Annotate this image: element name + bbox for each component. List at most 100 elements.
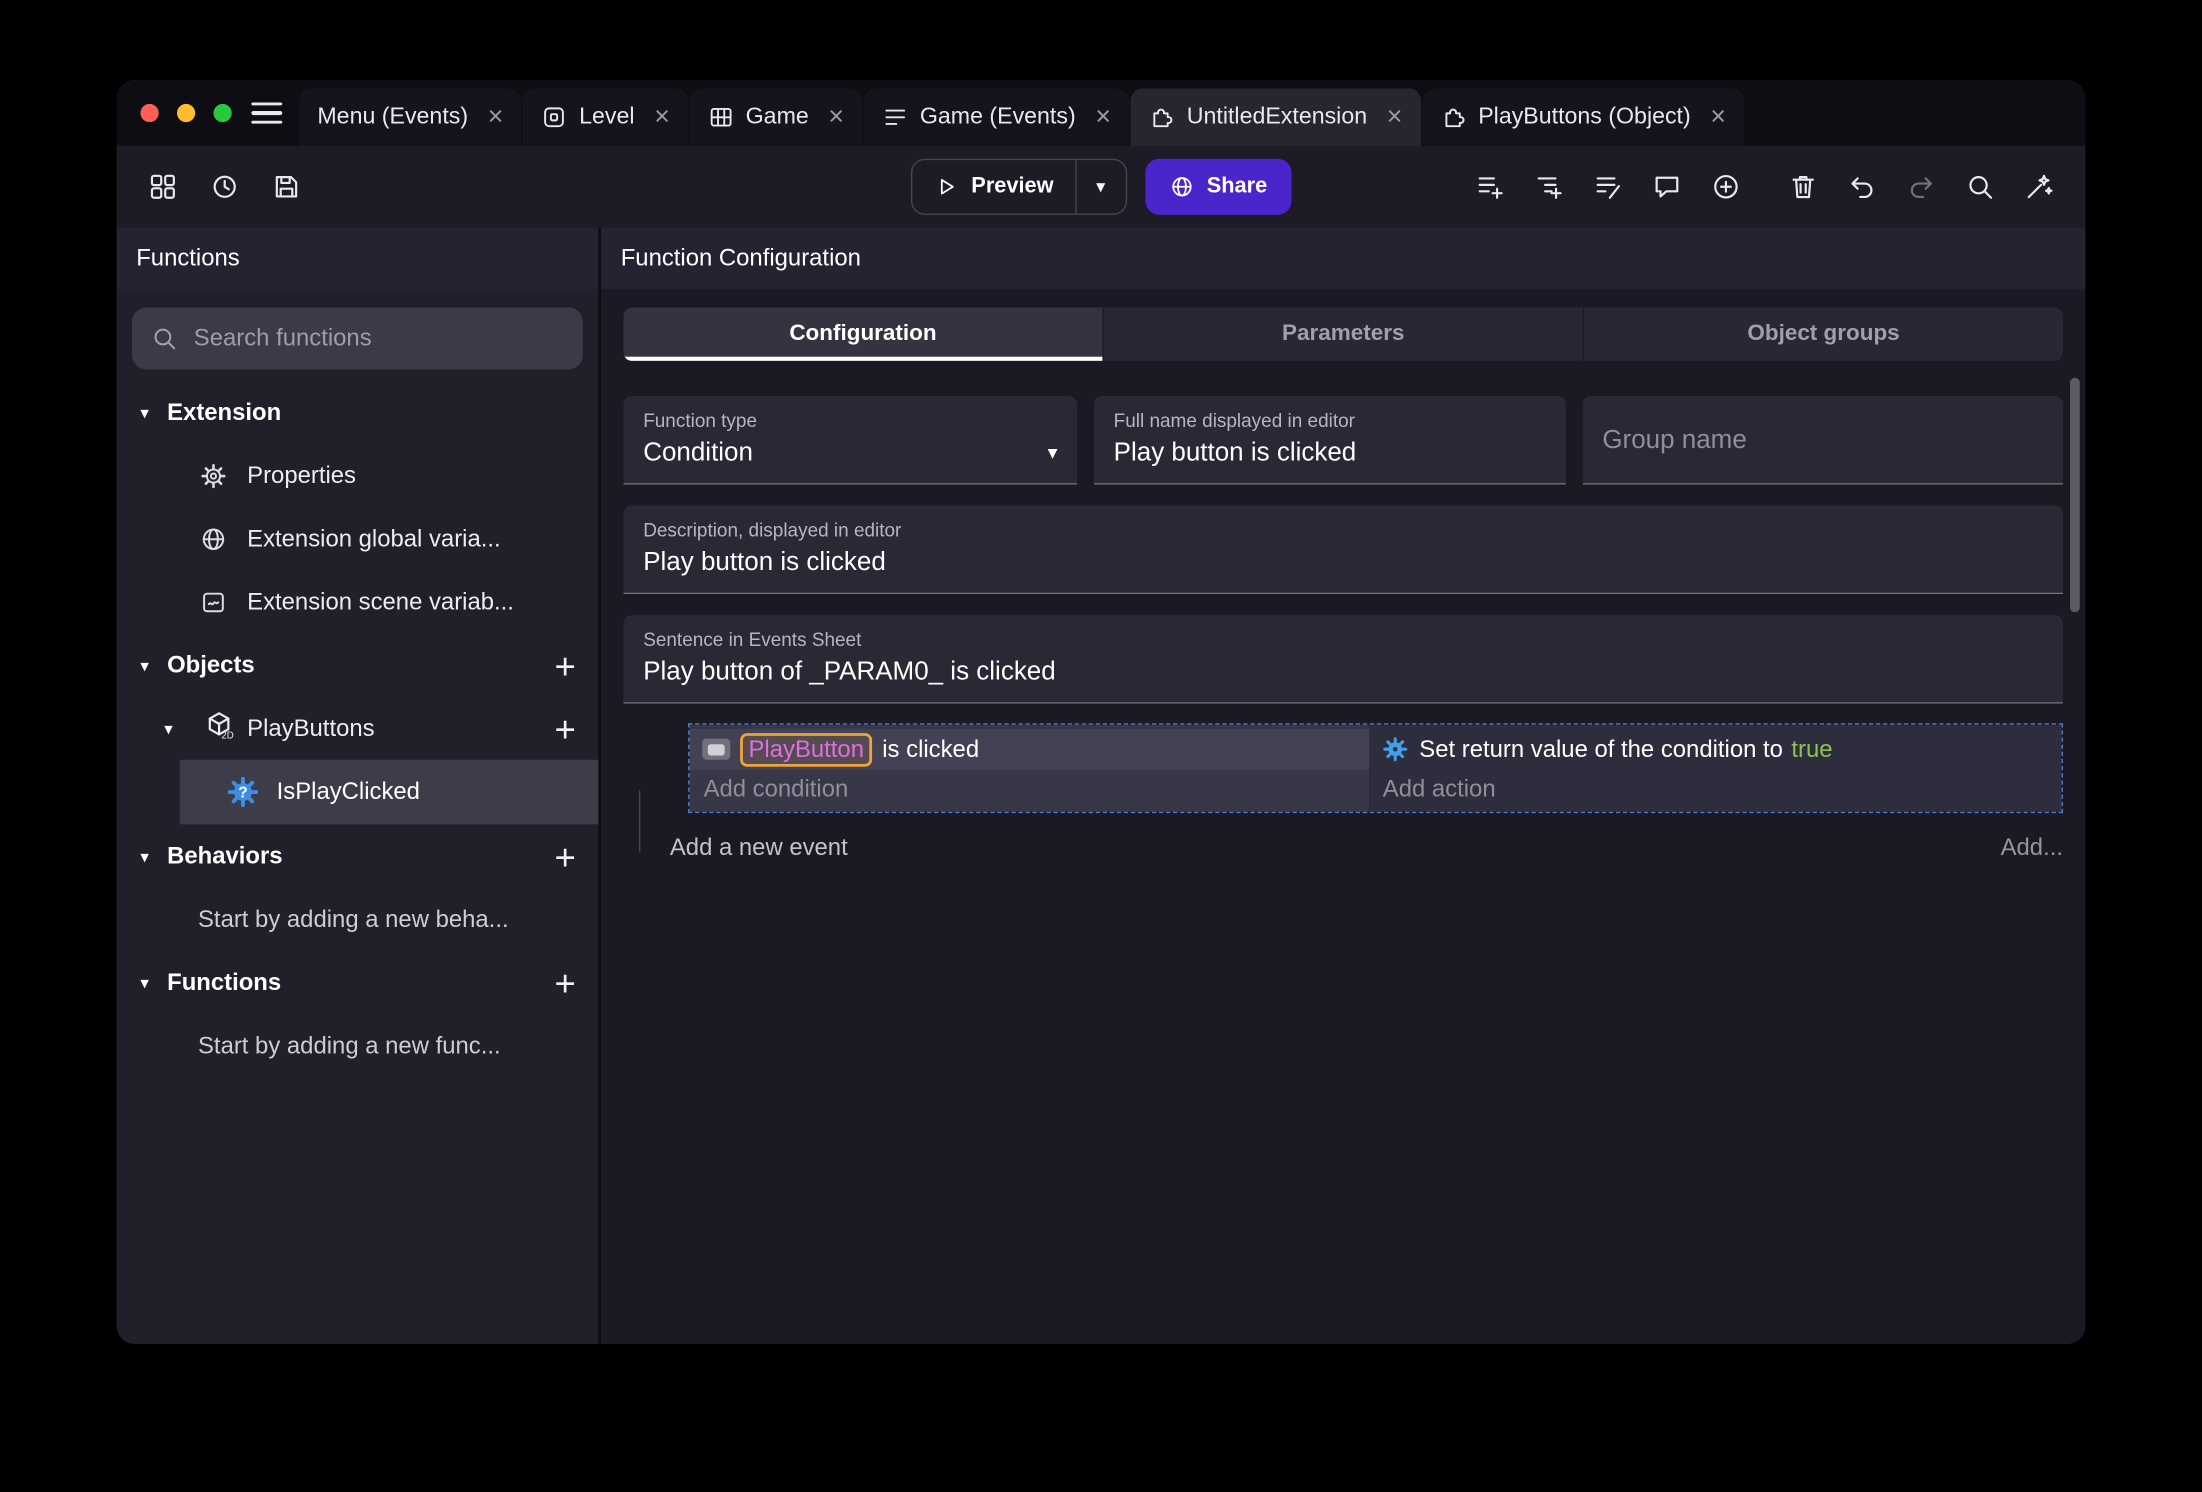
share-button[interactable]: Share — [1144, 158, 1292, 215]
globe-icon — [198, 525, 229, 553]
condition-text: is clicked — [882, 735, 980, 762]
magic-wand-icon — [2027, 174, 2053, 199]
search-button[interactable] — [1952, 160, 2008, 213]
description-field[interactable]: Description, displayed in editor Play bu… — [623, 505, 2063, 595]
toolbar-center-group: Preview ▾ Share — [910, 158, 1292, 215]
close-icon[interactable]: × — [654, 104, 670, 131]
preview-button[interactable]: Preview ▾ — [910, 158, 1127, 215]
function-configuration-panel: Function Configuration Configuration Par… — [601, 227, 2086, 1344]
chevron-down-icon[interactable]: ▾ — [135, 402, 155, 422]
history-button[interactable] — [197, 160, 253, 213]
sidebar-section-objects[interactable]: ▾ Objects + — [117, 633, 599, 696]
tab-parameters[interactable]: Parameters — [1103, 307, 1585, 361]
undo-button[interactable] — [1834, 160, 1890, 213]
add-more-button[interactable]: Add... — [2001, 834, 2063, 862]
group-name-field[interactable]: Group name — [1582, 396, 2063, 485]
redo-button[interactable] — [1893, 160, 1949, 213]
sidebar-item-properties[interactable]: Properties — [117, 444, 599, 507]
tab-configuration[interactable]: Configuration — [623, 307, 1104, 361]
close-icon[interactable]: × — [1095, 104, 1111, 131]
zoom-window-button[interactable] — [213, 103, 232, 123]
tab-object-groups[interactable]: Object groups — [1584, 307, 2063, 361]
close-icon[interactable]: × — [1710, 104, 1726, 131]
section-label: Functions — [167, 968, 282, 995]
sentence-field[interactable]: Sentence in Events Sheet Play button of … — [623, 615, 2063, 704]
save-button[interactable] — [258, 160, 314, 213]
chevron-down-icon[interactable]: ▾ — [1048, 440, 1058, 464]
svg-text:2D: 2D — [221, 731, 233, 741]
sidebar-section-extension[interactable]: ▾ Extension — [117, 381, 599, 444]
full-name-field[interactable]: Full name displayed in editor Play butto… — [1093, 396, 1566, 485]
event-conditions-cell[interactable]: PlayButton is clicked Add condition — [689, 724, 1369, 812]
add-action-button[interactable]: Add action — [1369, 770, 2062, 804]
scene-icon — [544, 107, 565, 128]
event-row-selected[interactable]: PlayButton is clicked Add condition Set … — [688, 723, 2063, 814]
search-functions-box[interactable] — [132, 307, 583, 370]
close-icon[interactable]: × — [488, 104, 504, 131]
sidebar-item-extension-scene-variables[interactable]: Extension scene variab... — [117, 570, 599, 633]
close-icon[interactable]: × — [1387, 104, 1403, 131]
chevron-down-icon[interactable]: ▾ — [135, 846, 155, 866]
minimize-window-button[interactable] — [176, 103, 196, 123]
main-scrollbar-thumb[interactable] — [2069, 377, 2080, 613]
add-behavior-button[interactable]: + — [554, 838, 575, 875]
search-functions-input[interactable] — [193, 324, 565, 353]
tab-playbuttons-object[interactable]: PlayButtons (Object) × — [1422, 88, 1745, 147]
action-instruction[interactable]: Set return value of the condition to tru… — [1369, 729, 2062, 770]
tab-bar: Menu (Events) × Level × Game × Game (Eve… — [116, 80, 2086, 147]
tab-game-events[interactable]: Game (Events) × — [863, 88, 1130, 147]
event-actions-cell[interactable]: Set return value of the condition to tru… — [1368, 724, 2062, 812]
action-value[interactable]: true — [1791, 735, 1832, 763]
condition-instruction[interactable]: PlayButton is clicked — [689, 728, 1369, 770]
add-subevent-button[interactable] — [1521, 160, 1577, 213]
chevron-down-icon: ▾ — [1096, 175, 1106, 197]
behaviors-empty-hint[interactable]: Start by adding a new beha... — [117, 888, 599, 951]
add-event-button[interactable] — [1462, 160, 1518, 213]
layout-icon — [150, 174, 175, 199]
tab-untitled-extension[interactable]: UntitledExtension × — [1130, 88, 1421, 147]
object-label: PlayButtons — [247, 714, 375, 741]
add-event-icon — [1478, 177, 1503, 199]
add-comment-button[interactable] — [1639, 160, 1695, 213]
toolbar: Preview ▾ Share — [116, 146, 2086, 228]
choose-event-icon — [1596, 177, 1621, 199]
tab-menu-events[interactable]: Menu (Events) × — [299, 88, 522, 147]
field-value: Play button is clicked — [1113, 436, 1357, 467]
tab-game[interactable]: Game × — [689, 88, 863, 147]
preview-button-main[interactable]: Preview — [912, 174, 1074, 199]
function-type-select[interactable]: Function type Condition ▾ — [623, 396, 1078, 485]
sidebar-item-extension-global-variables[interactable]: Extension global varia... — [117, 507, 599, 570]
tab-list: Menu (Events) × Level × Game × Game (Eve… — [299, 80, 1746, 147]
functions-empty-hint[interactable]: Start by adding a new func... — [117, 1014, 599, 1077]
add-function-button[interactable]: + — [554, 964, 575, 1001]
preview-dropdown-button[interactable]: ▾ — [1076, 176, 1125, 198]
choose-event-button[interactable] — [1580, 160, 1636, 213]
chevron-down-icon[interactable]: ▾ — [135, 655, 155, 675]
sidebar-section-functions[interactable]: ▾ Functions + — [117, 951, 599, 1014]
menu-icon[interactable] — [251, 101, 283, 125]
add-condition-button[interactable]: Add condition — [690, 770, 1369, 804]
chevron-down-icon[interactable]: ▾ — [159, 718, 179, 738]
sidebar-section-behaviors[interactable]: ▾ Behaviors + — [117, 824, 599, 887]
sidebar-item-playbuttons[interactable]: ▾ 2D PlayButtons + — [117, 697, 599, 760]
field-label: Function type — [643, 410, 758, 432]
tab-label: UntitledExtension — [1186, 103, 1368, 130]
close-window-button[interactable] — [140, 103, 159, 123]
chevron-down-icon[interactable]: ▾ — [135, 973, 155, 993]
add-object-function-button[interactable]: + — [554, 710, 575, 747]
svg-text:?: ? — [238, 785, 247, 802]
events-sheet-icon — [885, 109, 906, 125]
tab-label: Level — [579, 103, 635, 130]
add-object-button[interactable]: + — [554, 647, 575, 684]
project-manager-button[interactable] — [135, 160, 191, 213]
close-icon[interactable]: × — [828, 104, 844, 131]
tab-level[interactable]: Level × — [522, 88, 689, 147]
add-circle-button[interactable] — [1698, 160, 1754, 213]
field-value: Play button is clicked — [643, 546, 886, 576]
extension-edit-button[interactable] — [2011, 160, 2067, 213]
delete-button[interactable] — [1775, 160, 1831, 213]
add-new-event-button[interactable]: Add a new event — [670, 834, 848, 862]
field-value: Play button of _PARAM0_ is clicked — [643, 655, 1056, 686]
sidebar-item-isplayclicked-selected[interactable]: ? IsPlayClicked — [179, 759, 599, 825]
object-reference-chip[interactable]: PlayButton — [740, 732, 873, 767]
